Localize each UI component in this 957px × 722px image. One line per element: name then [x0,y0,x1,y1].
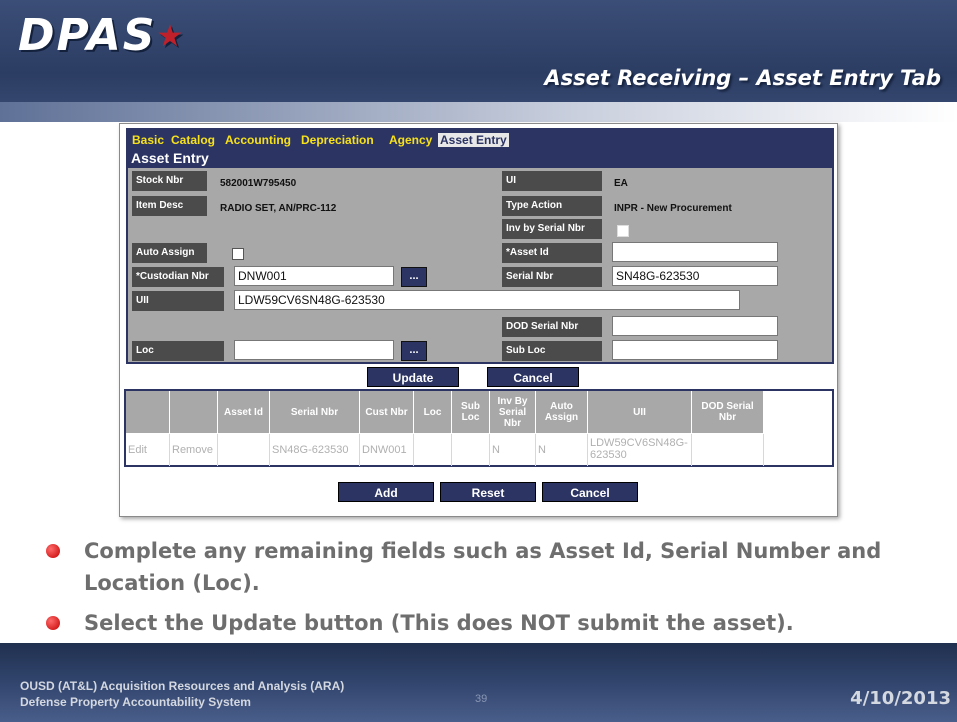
auto-assign-label: Auto Assign [132,243,207,263]
serial-nbr-label: Serial Nbr [502,267,602,287]
row-uii: LDW59CV6SN48G-623530 [588,434,692,466]
auto-assign-checkbox[interactable] [232,248,244,260]
reset-button[interactable]: Reset [440,482,536,502]
grid-header-remove [170,391,218,433]
grid-header-inv-by-serial: Inv By Serial Nbr [490,391,536,433]
cancel-entry-button[interactable]: Cancel [487,367,579,387]
footer-system: Defense Property Accountability System [20,695,251,709]
form-title: Asset Entry [131,150,209,166]
loc-lookup-button[interactable]: ... [401,341,427,361]
row-loc [414,434,452,466]
tab-agency[interactable]: Agency [389,133,432,147]
asset-entry-form: Stock Nbr 582001W795450 UI EA Item Desc … [126,168,834,364]
ui-value: EA [614,178,628,189]
instruction-bullets: Complete any remaining fields such as As… [44,535,934,647]
tab-accounting[interactable]: Accounting [225,133,291,147]
row-edit-link[interactable]: Edit [126,434,170,466]
uii-label: UII [132,291,224,311]
slide-header: DPAS★ Asset Receiving – Asset Entry Tab [0,0,957,122]
grid-header-asset-id: Asset Id [218,391,270,433]
bullet-text: Complete any remaining fields such as As… [84,539,882,595]
loc-input[interactable] [234,340,394,360]
inv-by-serial-checkbox[interactable] [617,225,629,237]
grid-header-loc: Loc [414,391,452,433]
stock-nbr-value: 582001W795450 [220,178,297,189]
stock-nbr-label: Stock Nbr [132,171,207,191]
ui-label: UI [502,171,602,191]
grid-header-edit [126,391,170,433]
dod-serial-label: DOD Serial Nbr [502,317,602,337]
inv-by-serial-label: Inv by Serial Nbr [502,219,602,239]
grid-header-sub-loc: Sub Loc [452,391,490,433]
grid-header-cust-nbr: Cust Nbr [360,391,414,433]
type-action-value: INPR - New Procurement [614,203,732,214]
asset-id-label: *Asset Id [502,243,602,263]
star-icon: ★ [156,19,186,54]
item-desc-value: RADIO SET, AN/PRC-112 [220,203,337,214]
slide-title: Asset Receiving – Asset Entry Tab [544,66,941,90]
row-remove-link[interactable]: Remove [170,434,218,466]
bullet-item: Select the Update button (This does NOT … [44,607,934,639]
grid-header-dod-serial: DOD Serial Nbr [692,391,764,433]
tab-asset-entry[interactable]: Asset Entry [438,133,509,147]
cancel-button[interactable]: Cancel [542,482,638,502]
dpas-logo: DPAS★ [18,10,185,61]
row-dod-serial [692,434,764,466]
bullet-dot-icon [46,616,60,630]
uii-input[interactable]: LDW59CV6SN48G-623530 [234,290,740,310]
bullet-dot-icon [46,544,60,558]
page-number: 39 [475,693,488,705]
logo-text: DPAS [18,10,157,61]
row-asset-id [218,434,270,466]
asset-id-input[interactable] [612,242,778,262]
slide-footer: OUSD (AT&L) Acquisition Resources and An… [0,643,957,722]
grid-header-serial-nbr: Serial Nbr [270,391,360,433]
grid-header-auto-assign: Auto Assign [536,391,588,433]
custodian-nbr-input[interactable]: DNW001 [234,266,394,286]
tab-basic[interactable]: Basic [132,133,164,147]
item-desc-label: Item Desc [132,196,207,216]
update-button[interactable]: Update [367,367,459,387]
custodian-lookup-button[interactable]: ... [401,267,427,287]
loc-label: Loc [132,341,224,361]
asset-grid: Asset Id Serial Nbr Cust Nbr Loc Sub Loc… [124,389,834,467]
grid-header-uii: UII [588,391,692,433]
sub-loc-label: Sub Loc [502,341,602,361]
serial-nbr-input[interactable]: SN48G-623530 [612,266,778,286]
row-inv-by-serial: N [490,434,536,466]
dod-serial-input[interactable] [612,316,778,336]
slide-date: 4/10/2013 [850,688,951,709]
row-sub-loc [452,434,490,466]
type-action-label: Type Action [502,196,602,216]
tab-bar: Basic Catalog Accounting Depreciation Ag… [126,128,834,168]
add-button[interactable]: Add [338,482,434,502]
row-serial-nbr: SN48G-623530 [270,434,360,466]
row-auto-assign: N [536,434,588,466]
bullet-item: Complete any remaining fields such as As… [44,535,934,599]
tab-depreciation[interactable]: Depreciation [301,133,374,147]
app-screenshot: Basic Catalog Accounting Depreciation Ag… [119,123,838,517]
custodian-nbr-label: *Custodian Nbr [132,267,224,287]
tab-catalog[interactable]: Catalog [171,133,215,147]
sub-loc-input[interactable] [612,340,778,360]
row-cust-nbr: DNW001 [360,434,414,466]
footer-org: OUSD (AT&L) Acquisition Resources and An… [20,679,345,693]
bullet-text: Select the Update button (This does NOT … [84,611,794,635]
